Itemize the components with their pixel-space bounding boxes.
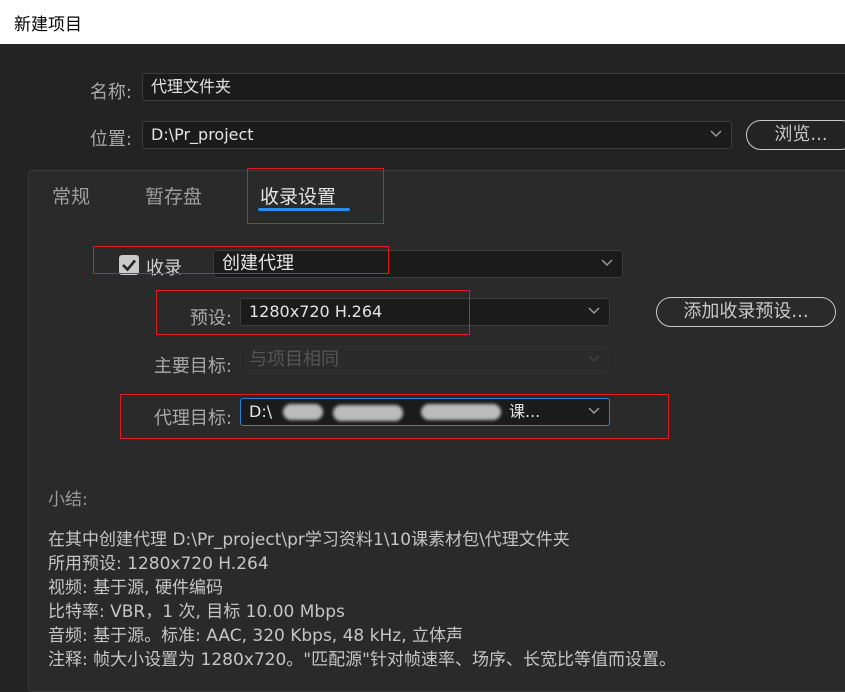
tab-general[interactable]: 常规 — [52, 182, 90, 209]
browse-button[interactable]: 浏览... — [746, 120, 845, 150]
preset-value: 1280x720 H.264 — [249, 302, 383, 321]
redaction-blur — [421, 404, 501, 420]
chevron-down-icon — [709, 126, 723, 140]
primary-target-label: 主要目标: — [153, 356, 232, 377]
project-name-input[interactable]: 代理文件夹 — [142, 73, 845, 101]
window-titlebar: 新建项目 — [0, 0, 845, 44]
summary-line: 在其中创建代理 D:\Pr_project\pr学习资料1\10课素材包\代理文… — [48, 530, 570, 550]
location-value: D:\Pr_project — [151, 125, 254, 144]
location-select[interactable]: D:\Pr_project — [142, 121, 732, 149]
location-label: 位置: — [89, 129, 132, 150]
proxy-target-value-end: 课... — [509, 402, 541, 421]
ingest-mode-value: 创建代理 — [222, 253, 294, 274]
summary-line: 音频: 基于源。标准: AAC, 320 Kbps, 48 kHz, 立体声 — [48, 626, 464, 646]
tab-ingest-settings[interactable]: 收录设置 — [260, 182, 336, 209]
redaction-blur — [283, 404, 323, 420]
primary-target-value: 与项目相同 — [249, 349, 339, 370]
summary-line: 视频: 基于源, 硬件编码 — [48, 578, 223, 598]
add-ingest-preset-button[interactable]: 添加收录预设... — [656, 297, 836, 327]
summary-title: 小结: — [48, 490, 88, 510]
chevron-down-icon — [587, 403, 601, 417]
redaction-blur — [333, 405, 403, 421]
chevron-down-icon — [600, 255, 614, 269]
ingest-mode-select[interactable]: 创建代理 — [213, 250, 623, 278]
chevron-down-icon — [587, 351, 601, 365]
chevron-down-icon — [587, 303, 601, 317]
preset-label: 预设: — [189, 308, 232, 329]
window-title: 新建项目 — [14, 14, 82, 35]
ingest-label: 收录 — [146, 258, 182, 279]
proxy-target-value-start: D:\ — [249, 402, 273, 421]
proxy-target-select[interactable]: D:\ 课... — [240, 398, 610, 426]
active-tab-underline — [258, 208, 350, 211]
proxy-target-label: 代理目标: — [153, 408, 232, 429]
primary-target-select: 与项目相同 — [240, 346, 610, 374]
summary-line: 注释: 帧大小设置为 1280x720。"匹配源"针对帧速率、场序、长宽比等值而… — [48, 650, 676, 670]
name-label: 名称: — [89, 82, 132, 103]
ingest-checkbox[interactable] — [119, 255, 139, 275]
summary-line: 比特率: VBR，1 次, 目标 10.00 Mbps — [48, 602, 345, 622]
tab-scratch-disks[interactable]: 暂存盘 — [145, 182, 202, 209]
preset-select[interactable]: 1280x720 H.264 — [240, 298, 610, 326]
checkmark-icon — [122, 259, 136, 272]
summary-line: 所用预设: 1280x720 H.264 — [48, 554, 269, 574]
